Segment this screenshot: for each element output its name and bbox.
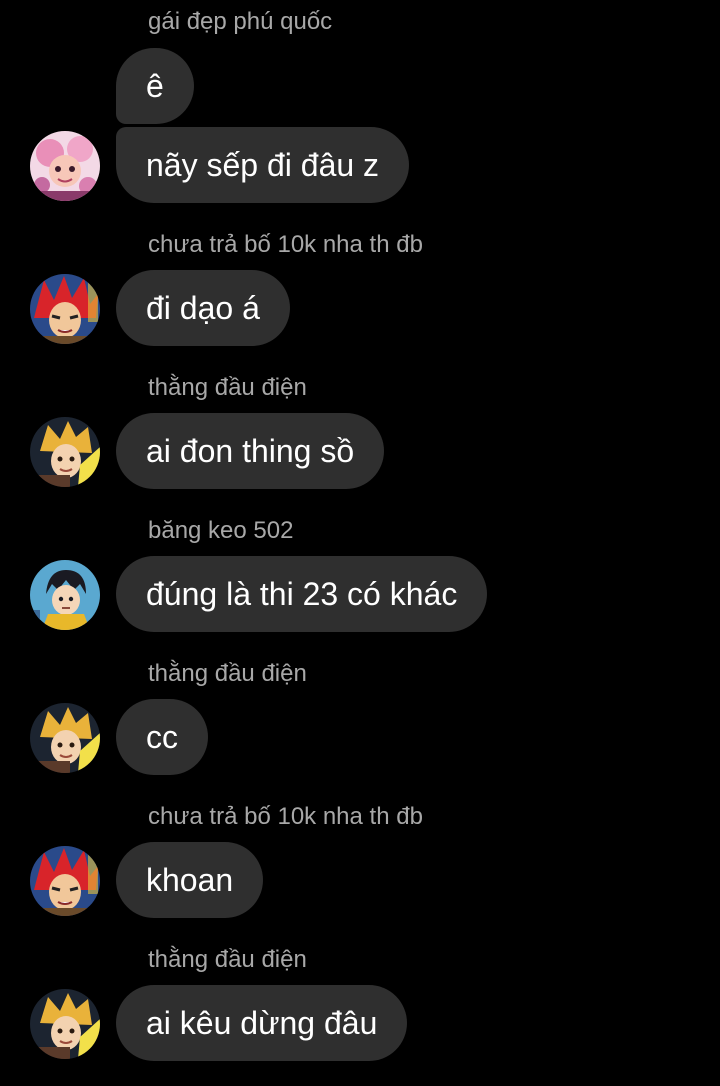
message-bubble[interactable]: ai đon thing sồ: [116, 413, 385, 489]
chat-thread: gái đẹp phú quốc ê nãy sếp đi đâu z chưa…: [0, 0, 720, 1086]
sender-name: băng keo 502: [148, 517, 294, 544]
message-bubble[interactable]: nãy sếp đi đâu z: [116, 127, 410, 203]
message-bubble[interactable]: ê: [116, 48, 194, 124]
sender-name: chưa trả bố 10k nha th đb: [148, 231, 423, 258]
message-bubble[interactable]: ai kêu dừng đâu: [116, 985, 408, 1061]
message-bubble[interactable]: khoan: [116, 842, 264, 918]
sender-name: chưa trả bố 10k nha th đb: [148, 803, 423, 830]
message-bubble[interactable]: đi dạo á: [116, 270, 290, 346]
dark-haired-anime-avatar-icon[interactable]: [30, 560, 100, 630]
sender-name: thằng đầu điện: [148, 660, 307, 687]
sender-name: thằng đầu điện: [148, 374, 307, 401]
blond-anime-avatar-icon[interactable]: [30, 989, 100, 1059]
blond-anime-avatar-icon[interactable]: [30, 417, 100, 487]
blond-anime-avatar-icon[interactable]: [30, 703, 100, 773]
sender-name: thằng đầu điện: [148, 946, 307, 973]
message-bubble[interactable]: đúng là thi 23 có khác: [116, 556, 488, 632]
message-bubble[interactable]: cc: [116, 699, 208, 775]
sender-name: gái đẹp phú quốc: [148, 8, 333, 35]
pink-haired-anime-avatar-icon[interactable]: [30, 131, 100, 201]
red-haired-anime-avatar-icon[interactable]: [30, 846, 100, 916]
red-haired-anime-avatar-icon[interactable]: [30, 274, 100, 344]
